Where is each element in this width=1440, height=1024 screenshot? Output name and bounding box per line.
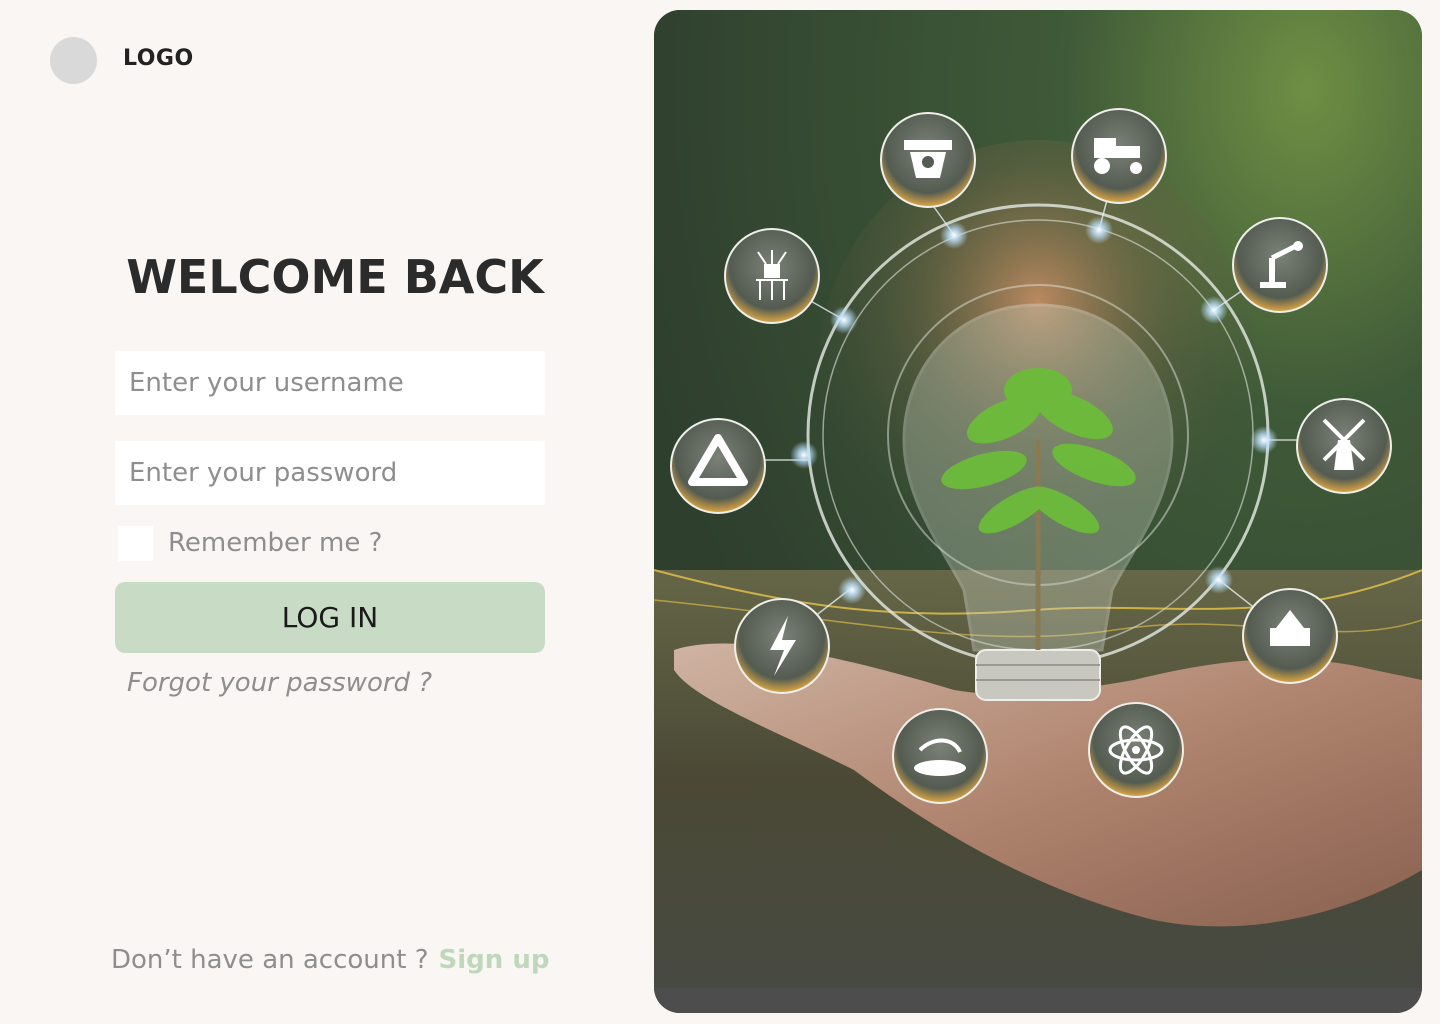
- logo-icon: [50, 37, 97, 84]
- sensor-probe-icon: [724, 228, 820, 324]
- login-button[interactable]: LOG IN: [115, 582, 545, 653]
- tractor-icon: [1071, 108, 1167, 204]
- logo-text: LOGO: [123, 46, 194, 71]
- password-input[interactable]: [115, 441, 545, 505]
- windmill-icon: [1296, 398, 1392, 494]
- greenhouse-icon: [1242, 588, 1338, 684]
- signup-prompt: Don’t have an account ?: [111, 945, 429, 975]
- signup-link[interactable]: Sign up: [439, 945, 550, 975]
- remember-me-label: Remember me ?: [168, 528, 383, 558]
- watering-icon: [892, 708, 988, 804]
- hero-image: [654, 10, 1422, 1013]
- page-title: WELCOME BACK: [126, 250, 544, 304]
- login-page: LOGO WELCOME BACK Remember me ? LOG IN F…: [0, 0, 1440, 1024]
- robot-arm-icon: [1232, 217, 1328, 313]
- remember-me-checkbox[interactable]: [118, 526, 153, 561]
- recycle-icon: [670, 418, 766, 514]
- smart-camera-icon: [880, 112, 976, 208]
- lightning-icon: [734, 598, 830, 694]
- signup-row: Don’t have an account ? Sign up: [111, 945, 549, 975]
- hero-illustration: [654, 10, 1422, 1013]
- username-input[interactable]: [115, 351, 545, 415]
- forgot-password-link[interactable]: Forgot your password ?: [127, 668, 432, 698]
- atom-icon: [1088, 702, 1184, 798]
